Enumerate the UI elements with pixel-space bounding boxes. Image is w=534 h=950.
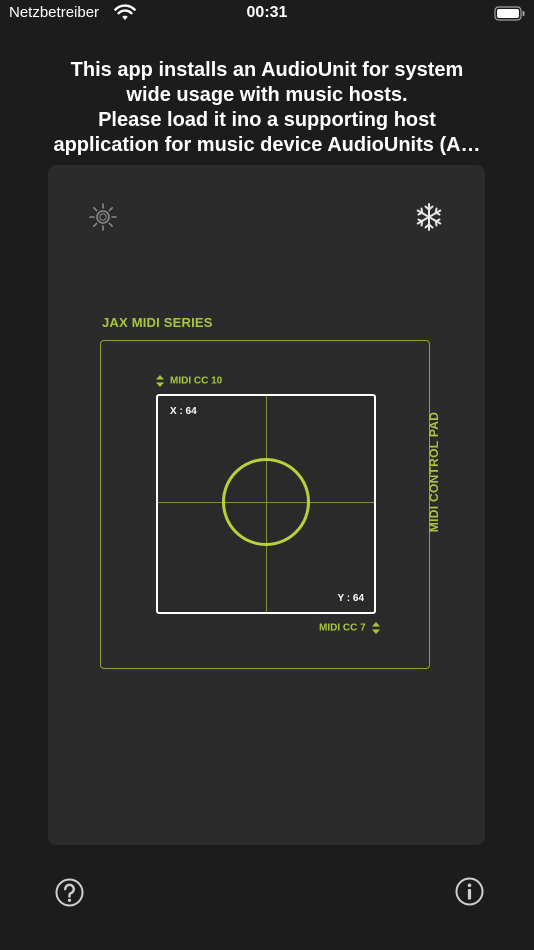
up-down-arrows-icon <box>156 375 164 387</box>
status-bar: Netzbetreiber 00:31 <box>0 0 534 28</box>
instructions-line: Please load it ino a supporting host <box>98 109 436 131</box>
cc-y-selector[interactable]: MIDI CC 7 <box>319 622 380 634</box>
info-icon <box>455 877 484 906</box>
x-value-readout: X : 64 <box>170 406 197 417</box>
up-down-arrows-icon <box>371 622 380 634</box>
xy-pad[interactable]: X : 64 Y : 64 <box>156 394 376 614</box>
install-instructions: This app installs an AudioUnit for syste… <box>20 58 514 158</box>
cc-x-label: MIDI CC 10 <box>170 375 223 387</box>
status-time: 00:31 <box>246 4 288 21</box>
sun-icon[interactable] <box>88 202 118 232</box>
snowflake-icon[interactable] <box>414 202 444 232</box>
instructions-line: This app installs an AudioUnit for syste… <box>70 59 464 81</box>
plugin-panel: JAX MIDI SERIES MIDI CC 10 X : 64 Y : 64… <box>48 165 485 845</box>
y-value-readout: Y : 64 <box>337 593 365 604</box>
question-icon <box>55 878 84 907</box>
instructions-line: wide usage with music hosts. <box>126 84 408 106</box>
info-button[interactable] <box>455 877 484 906</box>
instructions-line: application for music device AudioUnits … <box>53 134 481 156</box>
xy-puck[interactable] <box>222 458 310 546</box>
pad-title: MIDI CONTROL PAD <box>427 411 441 533</box>
help-button[interactable] <box>55 878 84 907</box>
battery-icon <box>494 6 526 21</box>
series-label: JAX MIDI SERIES <box>102 315 213 330</box>
cc-x-selector[interactable]: MIDI CC 10 <box>156 375 222 387</box>
cc-y-label: MIDI CC 7 <box>319 622 366 634</box>
control-pad-frame: MIDI CC 10 X : 64 Y : 64 MIDI CC 7 <box>100 340 430 669</box>
